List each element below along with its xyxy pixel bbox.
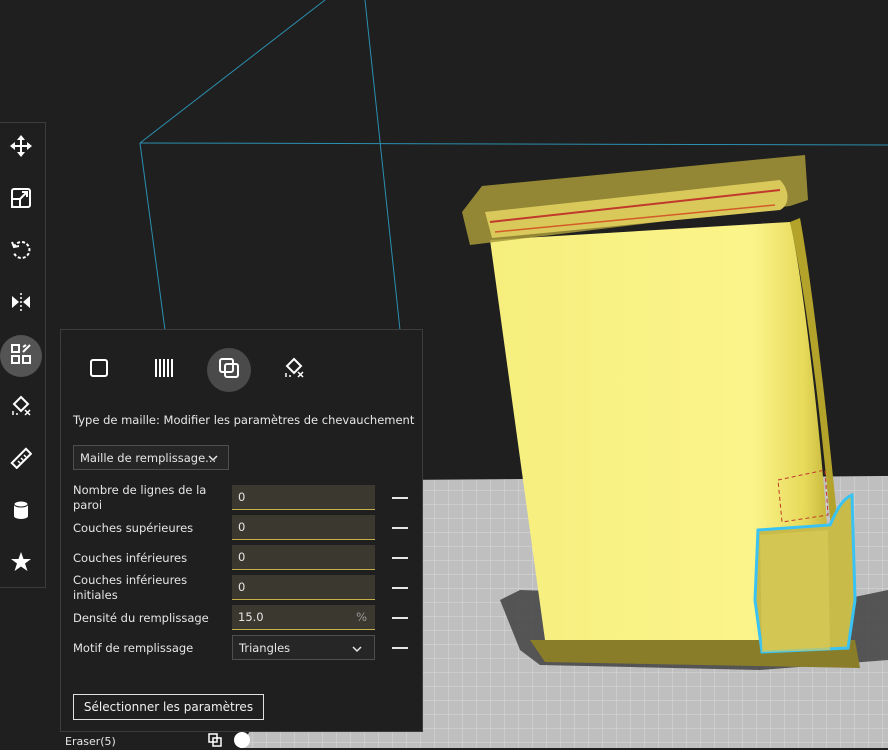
mesh-dropdown-value: Maille de remplissage...	[80, 450, 217, 465]
overlap-icon	[208, 733, 222, 747]
setting-row-infill-density: Densité du remplissage 15.0%	[73, 604, 413, 632]
mesh-type-dropdown[interactable]: Maille de remplissage...	[73, 445, 229, 470]
star-icon	[10, 551, 32, 577]
normal-model-button[interactable]	[77, 348, 121, 392]
extruder-indicator-icon	[234, 732, 250, 748]
infill-density-field[interactable]: 15.0%	[232, 605, 375, 630]
field-value: 0	[238, 520, 246, 534]
support-blocker-tool-button[interactable]	[0, 387, 42, 429]
ruler-icon	[10, 447, 33, 473]
setting-row-initial-bottom-layers: Couches inférieures initiales 0	[73, 573, 413, 602]
tool-toolbar	[0, 122, 46, 588]
support-blocker-icon	[10, 395, 32, 421]
chevron-down-icon	[208, 452, 218, 462]
top-layers-field[interactable]: 0	[232, 515, 375, 540]
mesh-type-label: Type de maille: Modifier les paramètres …	[73, 413, 415, 427]
infill-mesh-button[interactable]	[142, 348, 186, 392]
chevron-down-icon	[352, 643, 362, 653]
setting-label: Motif de remplissage	[73, 640, 194, 655]
move-tool-button[interactable]	[0, 127, 42, 169]
infill-pattern-select[interactable]: Triangles	[232, 635, 375, 660]
setting-label: Densité du remplissage	[73, 610, 209, 625]
per-model-settings-icon	[10, 343, 32, 369]
wall-line-count-field[interactable]: 0	[232, 485, 375, 510]
infill-lines-icon	[153, 357, 175, 383]
bottom-layers-field[interactable]: 0	[232, 545, 375, 570]
scale-icon	[10, 187, 32, 213]
measure-tool-button[interactable]	[0, 439, 42, 481]
remove-setting-icon[interactable]	[392, 527, 408, 529]
setting-row-wall-line-count: Nombre de lignes de la paroi 0	[73, 483, 413, 512]
mirror-icon	[10, 291, 32, 317]
object-status-bar: Eraser(5)	[60, 732, 260, 748]
unit-label: %	[356, 610, 367, 624]
support-blocker-icon	[283, 357, 305, 383]
overlap-mesh-button[interactable]	[207, 348, 251, 392]
move-icon	[10, 135, 32, 161]
remove-setting-icon[interactable]	[392, 617, 408, 619]
field-value: 15.0	[238, 610, 264, 624]
scale-tool-button[interactable]	[0, 179, 42, 221]
field-value: 0	[238, 550, 246, 564]
remove-setting-icon[interactable]	[392, 497, 408, 499]
per-model-settings-panel: Type de maille: Modifier les paramètres …	[60, 329, 423, 732]
setting-label: Couches inférieures	[73, 550, 188, 565]
field-value: 0	[238, 490, 246, 504]
select-settings-button[interactable]: Sélectionner les paramètres	[73, 694, 264, 720]
anti-overhang-mesh-button[interactable]	[272, 348, 316, 392]
setting-label: Nombre de lignes de la paroi	[73, 483, 207, 512]
remove-setting-icon[interactable]	[392, 587, 408, 589]
setting-row-infill-pattern: Motif de remplissage Triangles	[73, 634, 413, 662]
cylinder-tool-button[interactable]	[0, 491, 42, 533]
setting-label: Couches supérieures	[73, 520, 194, 535]
setting-row-top-layers: Couches supérieures 0	[73, 514, 413, 542]
mirror-tool-button[interactable]	[0, 283, 42, 325]
rotate-icon	[10, 239, 32, 265]
setting-row-bottom-layers: Couches inférieures 0	[73, 544, 413, 572]
per-model-settings-tool-button[interactable]	[0, 335, 42, 377]
object-name-label: Eraser(5)	[65, 735, 116, 748]
setting-label: Couches inférieures initiales	[73, 573, 188, 602]
rotate-tool-button[interactable]	[0, 231, 42, 273]
support-tool-button[interactable]	[0, 543, 42, 585]
remove-setting-icon[interactable]	[392, 647, 408, 649]
square-icon	[88, 357, 110, 383]
initial-bottom-layers-field[interactable]: 0	[232, 575, 375, 600]
cylinder-icon	[10, 499, 32, 525]
select-value: Triangles	[239, 640, 291, 655]
remove-setting-icon[interactable]	[392, 557, 408, 559]
field-value: 0	[238, 580, 246, 594]
overlap-icon	[218, 357, 240, 383]
